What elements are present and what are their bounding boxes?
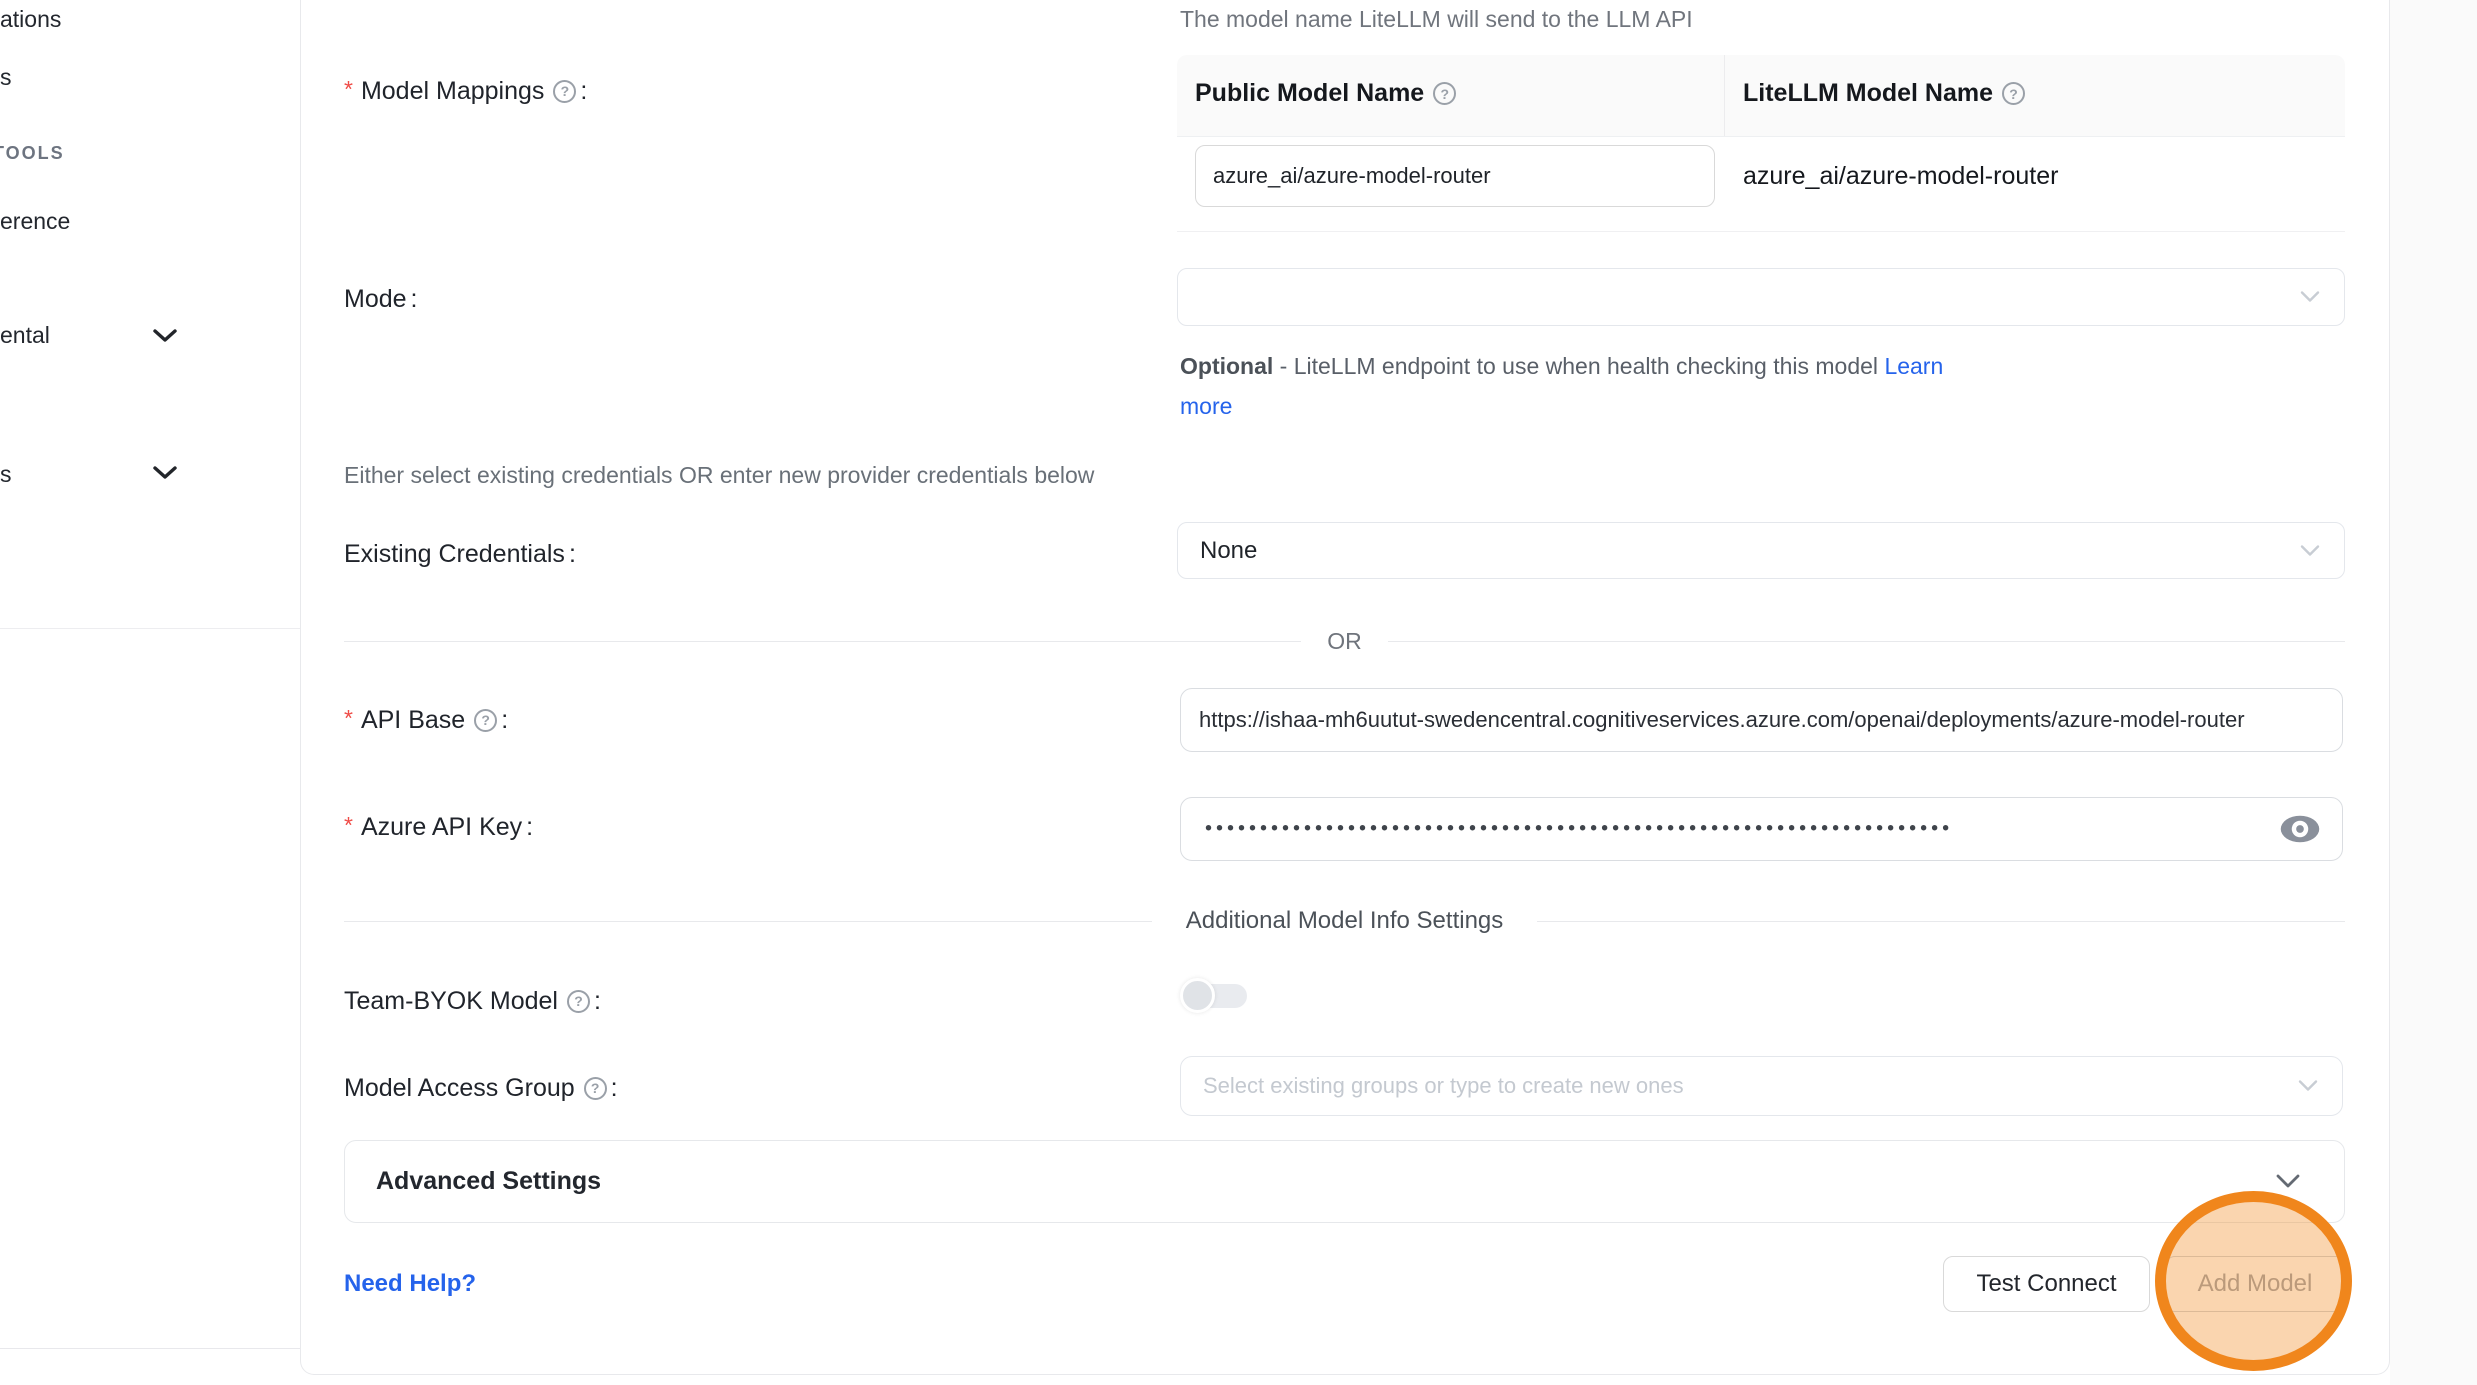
api-base-input[interactable] — [1180, 688, 2343, 752]
chevron-down-icon — [2300, 544, 2320, 557]
column-header-public-model-name: Public Model Name — [1195, 79, 1456, 108]
litellm-model-name-value: azure_ai/azure-model-router — [1743, 137, 2058, 215]
sidebar-item-label: ental — [0, 322, 50, 348]
help-icon[interactable] — [553, 80, 576, 103]
sidebar-item-label: s — [0, 64, 12, 90]
model-access-group-select[interactable]: Select existing groups or type to create… — [1180, 1056, 2343, 1116]
sidebar-item-4[interactable]: ental — [0, 320, 50, 350]
or-divider: OR — [344, 630, 2345, 652]
page-background-strip — [2390, 0, 2477, 1385]
sidebar-item-5[interactable]: s — [0, 459, 12, 489]
model-access-group-label: Model Access Group : — [344, 1071, 618, 1105]
existing-credentials-label: Existing Credentials : — [344, 537, 576, 571]
team-byok-toggle[interactable] — [1180, 977, 1250, 1015]
sidebar-item-1[interactable]: ations — [0, 4, 61, 34]
model-mappings-table: Public Model Name LiteLLM Model Name azu… — [1177, 55, 2345, 232]
chevron-down-icon[interactable] — [152, 327, 178, 344]
mode-select[interactable] — [1177, 268, 2345, 326]
help-icon[interactable] — [567, 990, 590, 1013]
help-icon[interactable] — [584, 1077, 607, 1100]
required-marker: * — [344, 812, 353, 839]
sidebar-item-3[interactable]: erence — [0, 206, 70, 236]
advanced-settings-label: Advanced Settings — [376, 1167, 601, 1196]
column-separator — [1724, 55, 1725, 136]
api-base-label: * API Base : — [344, 703, 508, 737]
test-connect-button[interactable]: Test Connect — [1943, 1256, 2150, 1312]
masked-password-value: ••••••••••••••••••••••••••••••••••••••••… — [1205, 818, 1953, 841]
mode-label: Mode : — [344, 282, 418, 316]
sidebar-item-label: s — [0, 461, 12, 487]
chevron-down-icon — [2298, 1080, 2318, 1093]
add-model-button[interactable]: Add Model — [2165, 1256, 2345, 1312]
help-icon[interactable] — [2002, 82, 2025, 105]
model-access-group-placeholder: Select existing groups or type to create… — [1203, 1073, 1684, 1099]
eye-icon[interactable] — [2278, 812, 2322, 846]
add-model-page: ations s TOOLS erence ental s The model … — [0, 0, 2477, 1385]
sidebar-divider — [0, 628, 300, 629]
table-header: Public Model Name LiteLLM Model Name — [1177, 55, 2345, 137]
additional-settings-divider: Additional Model Info Settings — [344, 904, 2345, 938]
sidebar-item-label: ations — [0, 6, 61, 32]
sidebar: ations s TOOLS erence ental s — [0, 0, 300, 1385]
mode-helper-text: Optional - LiteLLM endpoint to use when … — [1180, 346, 1950, 426]
existing-credentials-select[interactable]: None — [1177, 522, 2345, 579]
need-help-link[interactable]: Need Help? — [344, 1270, 476, 1298]
model-name-helper-text: The model name LiteLLM will send to the … — [1180, 6, 1693, 33]
chevron-down-icon[interactable] — [152, 464, 178, 481]
help-icon[interactable] — [474, 709, 497, 732]
credentials-note: Either select existing credentials OR en… — [344, 462, 1094, 489]
existing-credentials-value: None — [1200, 537, 1257, 565]
sidebar-section-tools: TOOLS — [0, 143, 65, 164]
help-icon[interactable] — [1433, 82, 1456, 105]
table-row: azure_ai/azure-model-router — [1177, 137, 2345, 232]
toggle-knob — [1180, 978, 1215, 1013]
team-byok-label: Team-BYOK Model : — [344, 984, 601, 1018]
advanced-settings-panel[interactable]: Advanced Settings — [344, 1140, 2345, 1223]
public-model-name-input[interactable] — [1195, 145, 1715, 207]
azure-api-key-input[interactable]: ••••••••••••••••••••••••••••••••••••••••… — [1180, 797, 2343, 861]
model-mappings-label: * Model Mappings : — [344, 74, 587, 108]
chevron-down-icon — [2300, 291, 2320, 304]
chevron-down-icon — [2276, 1174, 2300, 1189]
sidebar-item-label: erence — [0, 208, 70, 234]
add-model-form-card: The model name LiteLLM will send to the … — [300, 0, 2390, 1375]
required-marker: * — [344, 705, 353, 732]
sidebar-item-2[interactable]: s — [0, 62, 12, 92]
column-header-litellm-model-name: LiteLLM Model Name — [1743, 79, 2025, 108]
sidebar-bottom-border — [0, 1348, 300, 1349]
azure-api-key-label: * Azure API Key : — [344, 810, 533, 844]
required-marker: * — [344, 76, 353, 103]
